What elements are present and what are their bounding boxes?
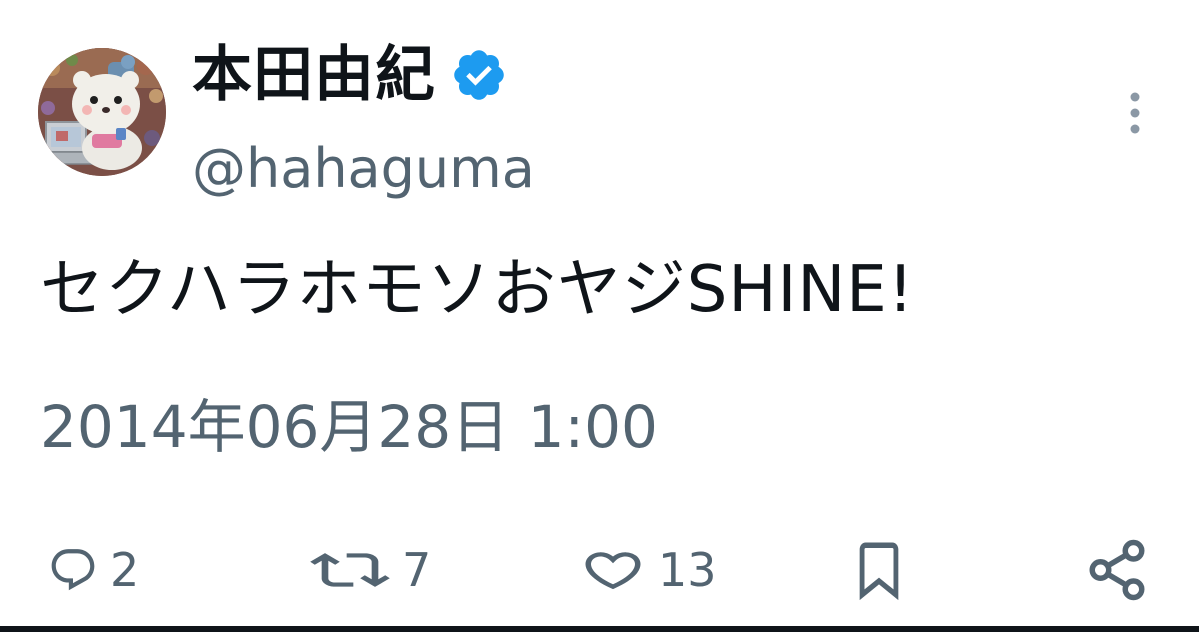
- share-icon: [1089, 539, 1145, 601]
- plush-bear-avatar-image: [38, 48, 166, 176]
- tweet-timestamp[interactable]: 2014年06月28日 1:00: [40, 398, 658, 456]
- reply-button[interactable]: 2: [48, 530, 139, 610]
- more-options-icon[interactable]: [1122, 90, 1148, 138]
- verified-badge-icon[interactable]: [450, 46, 508, 104]
- retweet-count: 7: [402, 543, 432, 597]
- bookmark-icon: [859, 542, 899, 601]
- author-handle[interactable]: @hahaguma: [192, 142, 535, 196]
- retweet-button[interactable]: 7: [310, 530, 431, 610]
- display-name[interactable]: 本田由紀: [192, 45, 436, 105]
- bottom-divider: [0, 626, 1199, 632]
- like-button[interactable]: 13: [580, 530, 717, 610]
- tweet-text: セクハラホモソおヤジSHINE!: [40, 253, 915, 327]
- avatar[interactable]: [38, 48, 166, 176]
- share-button[interactable]: [1084, 530, 1150, 610]
- retweet-icon: [310, 553, 390, 587]
- reply-bubble-icon: [51, 549, 95, 591]
- heart-icon: [585, 552, 641, 590]
- tweet-actions-bar: 2 7 13: [0, 530, 1199, 610]
- author-name-row: 本田由紀: [192, 40, 508, 110]
- like-count: 13: [658, 543, 717, 597]
- bookmark-button[interactable]: [850, 530, 908, 610]
- reply-count: 2: [110, 543, 140, 597]
